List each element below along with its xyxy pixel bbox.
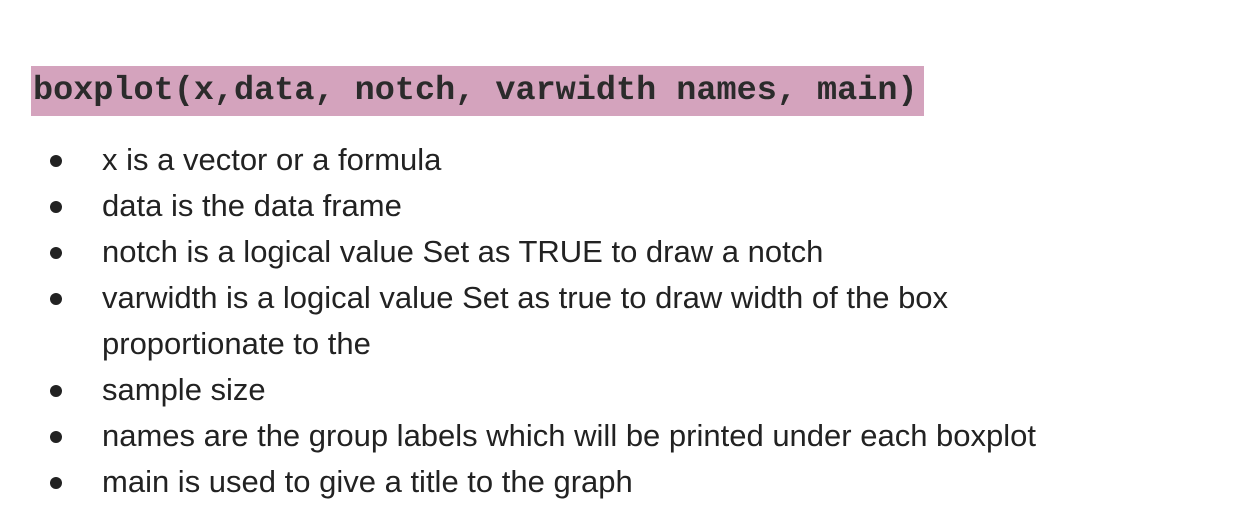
bullet-icon <box>50 385 62 397</box>
list-item: data is the data frame <box>0 183 1100 229</box>
list-item: names are the group labels which will be… <box>0 413 1100 459</box>
list-item-text: main is used to give a title to the grap… <box>102 464 633 499</box>
parameter-list: x is a vector or a formula data is the d… <box>0 137 1241 505</box>
bullet-icon <box>50 155 62 167</box>
list-item: sample size <box>0 367 1100 413</box>
list-item-text: names are the group labels which will be… <box>102 418 1037 453</box>
list-item-text: sample size <box>102 372 266 407</box>
bullet-icon <box>50 293 62 305</box>
bullet-icon <box>50 201 62 213</box>
list-item: x is a vector or a formula <box>0 137 1100 183</box>
list-item-text: varwidth is a logical value Set as true … <box>102 280 949 361</box>
code-signature: boxplot(x,data, notch, varwidth names, m… <box>31 66 924 116</box>
list-item: varwidth is a logical value Set as true … <box>0 275 1100 367</box>
list-item: main is used to give a title to the grap… <box>0 459 1100 505</box>
list-item-text: data is the data frame <box>102 188 402 223</box>
list-item: notch is a logical value Set as TRUE to … <box>0 229 1100 275</box>
list-item-text: notch is a logical value Set as TRUE to … <box>102 234 824 269</box>
bullet-icon <box>50 477 62 489</box>
list-item-text: x is a vector or a formula <box>102 142 442 177</box>
bullet-icon <box>50 247 62 259</box>
bullet-icon <box>50 431 62 443</box>
